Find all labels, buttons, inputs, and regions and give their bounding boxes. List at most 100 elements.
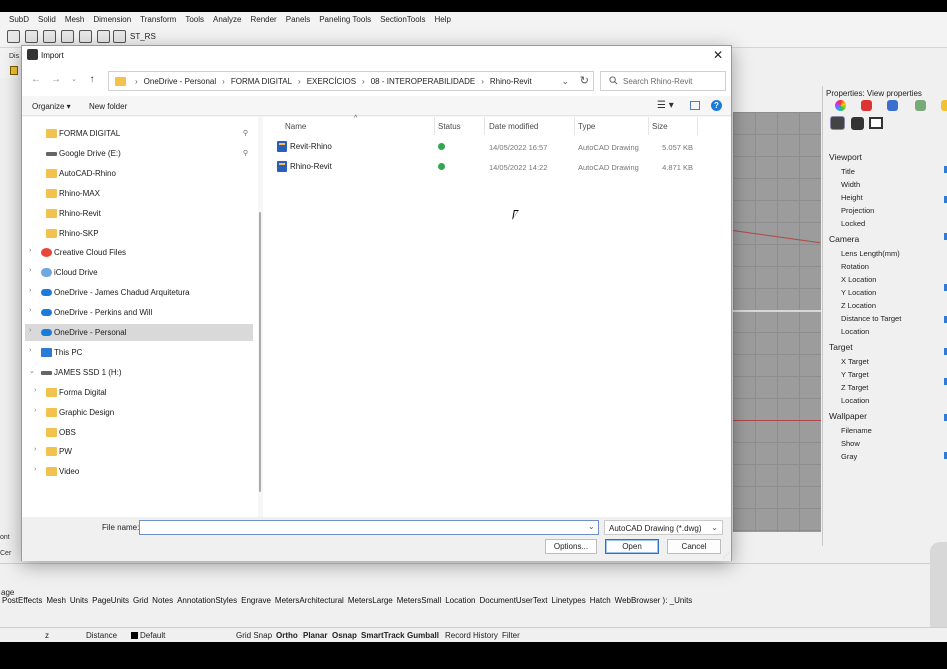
viewport[interactable] — [732, 112, 821, 532]
menu-item-paneling-tools[interactable]: Paneling Tools — [319, 15, 371, 24]
chevron-right-icon[interactable]: › — [29, 307, 31, 314]
status-toggle-grid-snap[interactable]: Grid Snap — [236, 631, 272, 640]
command-option[interactable]: DocumentUserText — [479, 596, 547, 605]
nav-item-rhino-revit[interactable]: Rhino-Revit — [22, 205, 258, 222]
column-header-size[interactable]: Size — [652, 122, 668, 131]
folder-icon[interactable] — [941, 100, 947, 111]
chevron-right-icon[interactable]: › — [29, 287, 31, 294]
properties-section-viewport[interactable]: Viewport — [829, 152, 862, 162]
viewport-icon[interactable] — [869, 117, 883, 129]
status-toggle-gumball[interactable]: Gumball — [407, 631, 439, 640]
nav-item-icloud-drive[interactable]: › iCloud Drive — [22, 264, 258, 281]
chevron-right-icon[interactable]: › — [29, 247, 31, 254]
nav-item-forma-digital[interactable]: › Forma Digital — [22, 384, 258, 401]
toolbar-tool-icon[interactable] — [79, 30, 92, 43]
nav-item-james-ssd-1-h-[interactable]: ⌄ JAMES SSD 1 (H:) — [22, 364, 258, 381]
viewport-divider[interactable] — [733, 310, 821, 312]
menu-item-help[interactable]: Help — [434, 15, 450, 24]
chevron-right-icon[interactable]: › — [34, 407, 36, 414]
open-button[interactable]: Open — [605, 539, 659, 554]
status-toggle-ortho[interactable]: Ortho — [276, 631, 298, 640]
command-option[interactable]: Linetypes — [552, 596, 586, 605]
view-options-icon[interactable]: ☰ ▾ — [657, 100, 674, 111]
material-icon[interactable] — [861, 100, 872, 111]
toolbar-tool-icon[interactable] — [43, 30, 56, 43]
camera-icon[interactable] — [830, 116, 845, 130]
file-type-select[interactable]: AutoCAD Drawing (*.dwg) ⌄ — [604, 520, 723, 535]
toolbar-tool-icon[interactable] — [61, 30, 74, 43]
refresh-icon[interactable]: ↻ — [580, 74, 589, 87]
chevron-right-icon[interactable]: › — [34, 466, 36, 473]
nav-item-autocad-rhino[interactable]: AutoCAD-Rhino — [22, 165, 258, 182]
nav-item-onedrive-perkins-and-will[interactable]: › OneDrive - Perkins and Will — [22, 304, 258, 321]
resize-grip-icon[interactable]: ⋰ — [723, 552, 729, 559]
menu-item-transform[interactable]: Transform — [140, 15, 176, 24]
chevron-right-icon[interactable]: › — [29, 347, 31, 354]
column-divider[interactable] — [648, 117, 649, 135]
chevron-down-icon[interactable]: ⌄ — [29, 367, 35, 375]
layer-button[interactable]: Default — [140, 631, 165, 640]
cancel-button[interactable]: Cancel — [667, 539, 721, 554]
command-option[interactable]: Units — [70, 596, 88, 605]
command-option[interactable]: PageUnits — [92, 596, 129, 605]
command-line[interactable]: PostEffects Mesh Units PageUnits Grid Notes An… — [2, 596, 696, 605]
nav-item-pw[interactable]: › PW — [22, 443, 258, 460]
nav-item-google-drive-e-[interactable]: Google Drive (E:) ⚲ — [22, 145, 258, 162]
nav-item-this-pc[interactable]: › This PC — [22, 344, 258, 361]
chevron-right-icon[interactable]: › — [34, 387, 36, 394]
organize-menu[interactable]: Organize ▾ — [32, 102, 71, 111]
back-arrow-icon[interactable]: ← — [30, 74, 42, 86]
close-button[interactable]: ✕ — [711, 47, 725, 63]
column-header-name[interactable]: Name — [285, 122, 306, 131]
chevron-right-icon[interactable]: › — [29, 327, 31, 334]
command-option[interactable]: Mesh — [46, 596, 66, 605]
column-header-date[interactable]: Date modified — [489, 122, 538, 131]
chevron-down-icon[interactable]: ⌄ — [588, 522, 595, 531]
nav-item-graphic-design[interactable]: › Graphic Design — [22, 404, 258, 421]
tools-icon[interactable] — [851, 117, 864, 130]
search-input[interactable] — [623, 75, 723, 87]
nav-item-creative-cloud-files[interactable]: › Creative Cloud Files — [22, 244, 258, 261]
properties-section-target[interactable]: Target — [829, 342, 853, 352]
status-toggle-filter[interactable]: Filter — [502, 631, 520, 640]
menu-item-mesh[interactable]: Mesh — [65, 15, 85, 24]
file-name-input[interactable] — [139, 520, 599, 535]
status-toggle-osnap[interactable]: Osnap — [332, 631, 357, 640]
command-option[interactable]: Grid — [133, 596, 148, 605]
nav-item-forma-digital[interactable]: FORMA DIGITAL ⚲ — [22, 125, 258, 142]
chevron-down-icon[interactable]: ⌄ — [561, 76, 569, 87]
up-arrow-icon[interactable]: ↑ — [86, 74, 98, 86]
address-bar[interactable]: › OneDrive - Personal › FORMA DIGITAL › EXERC… — [108, 71, 594, 91]
menu-item-panels[interactable]: Panels — [286, 15, 310, 24]
preview-pane-icon[interactable] — [690, 101, 700, 110]
file-row[interactable]: Rhino-Revit 14/05/2022 14:22 AutoCAD Drawi… — [263, 158, 731, 176]
forward-arrow-icon[interactable]: → — [50, 74, 62, 86]
column-divider[interactable] — [484, 117, 485, 135]
properties-section-wallpaper[interactable]: Wallpaper — [829, 411, 867, 421]
status-toggle-planar[interactable]: Planar — [303, 631, 327, 640]
texture-icon[interactable] — [887, 100, 898, 111]
status-toggle-record-history[interactable]: Record History — [445, 631, 498, 640]
menu-item-sectiontools[interactable]: SectionTools — [380, 15, 425, 24]
nav-item-obs[interactable]: OBS — [22, 424, 258, 441]
column-header-status[interactable]: Status — [438, 122, 461, 131]
toolbar-tool-icon[interactable] — [25, 30, 38, 43]
command-option[interactable]: AnnotationStyles — [177, 596, 237, 605]
command-option[interactable]: MetersSmall — [397, 596, 441, 605]
breadcrumb-item[interactable]: FORMA DIGITAL — [231, 77, 292, 86]
nav-item-onedrive-james-chadud-arquitetura[interactable]: › OneDrive - James Chadud Arquitetura — [22, 284, 258, 301]
command-option[interactable]: WebBrowser ): _Units — [615, 596, 693, 605]
nav-item-video[interactable]: › Video — [22, 463, 258, 480]
menu-item-analyze[interactable]: Analyze — [213, 15, 241, 24]
menu-item-tools[interactable]: Tools — [185, 15, 204, 24]
nav-item-rhino-max[interactable]: Rhino-MAX — [22, 185, 258, 202]
new-folder-button[interactable]: New folder — [89, 102, 127, 111]
menu-item-solid[interactable]: Solid — [38, 15, 56, 24]
chevron-right-icon[interactable]: › — [29, 267, 31, 274]
command-option[interactable]: Hatch — [590, 596, 611, 605]
search-box[interactable] — [600, 71, 726, 91]
column-divider[interactable] — [697, 117, 698, 135]
command-option[interactable]: Location — [445, 596, 475, 605]
breadcrumb-item[interactable]: EXERCÍCIOS — [307, 77, 356, 86]
command-option[interactable]: MetersLarge — [348, 596, 393, 605]
